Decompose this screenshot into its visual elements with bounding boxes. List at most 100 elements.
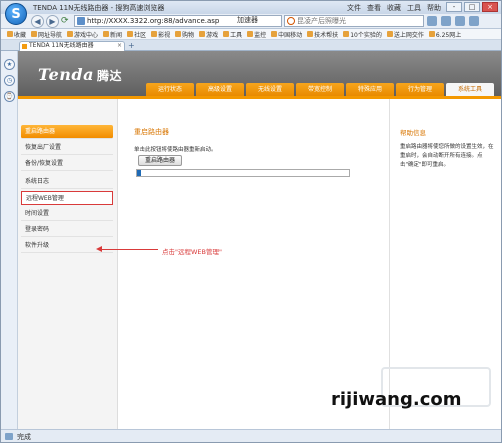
bookmark-item[interactable]: 游戏 — [199, 30, 218, 39]
bookmark-item[interactable]: 工具 — [223, 30, 242, 39]
bookmark-item[interactable]: 网址导航 — [31, 30, 62, 39]
bookmark-item[interactable]: 游戏中心 — [67, 30, 98, 39]
title-bar: TENDA 11N无线路由器 - 搜狗高速浏览器 文件 查看 收藏 工具 帮助 … — [1, 1, 501, 14]
bookmark-icon — [67, 31, 74, 37]
menu-icon[interactable] — [469, 16, 479, 26]
bookmarks-bar: 收藏 网址导航 游戏中心 新闻 社区 影视 购物 游戏 工具 监控 中国移动 技… — [1, 29, 501, 40]
bookmark-icon — [386, 31, 393, 37]
nav-system-log[interactable]: 系统日志 — [21, 175, 113, 189]
minimize-button[interactable]: - — [446, 2, 462, 12]
bookmark-icon — [31, 31, 38, 37]
nav-time[interactable]: 时间设置 — [21, 207, 113, 221]
history-icon[interactable]: ◷ — [4, 75, 15, 86]
home-icon[interactable] — [427, 16, 437, 26]
new-tab-button[interactable]: + — [128, 42, 138, 50]
bookmark-icon — [151, 31, 158, 37]
side-strip: ★ ◷ ⌚ — [1, 51, 18, 429]
download-icon[interactable] — [441, 16, 451, 26]
back-icon[interactable]: ◀ — [31, 15, 44, 28]
sogou-logo-icon[interactable]: S — [5, 3, 27, 25]
section-title: 重启路由器 — [134, 128, 169, 136]
forward-icon[interactable]: ▶ — [46, 15, 59, 28]
status-text: 完成 — [17, 433, 31, 441]
bookmark-item[interactable]: 监控 — [247, 30, 266, 39]
star-icon — [7, 31, 13, 37]
bookmark-item[interactable]: 送上网交作 — [386, 30, 424, 39]
bookmark-icon — [343, 31, 350, 37]
menu-file[interactable]: 文件 — [347, 3, 361, 13]
browser-window: S TENDA 11N无线路由器 - 搜狗高速浏览器 文件 查看 收藏 工具 帮… — [0, 0, 502, 443]
tab-favicon-icon — [22, 44, 27, 49]
maximize-button[interactable]: □ — [464, 2, 480, 12]
left-nav: 重启路由器 恢复出厂设置 备份/恢复设置 系统日志 远程WEB管理 时间设置 登… — [18, 99, 118, 429]
help-text: 重启路由器将使您所做的设置生效，在重启时，会自动断开所有连接。点击"确定"即可重… — [400, 144, 494, 168]
bookmark-icon — [428, 31, 435, 37]
toolbar-icons — [427, 16, 479, 26]
search-placeholder: 昆凌产后照曝光 — [297, 17, 346, 25]
menu-bar: 文件 查看 收藏 工具 帮助 — [347, 3, 441, 13]
bookmark-icon — [175, 31, 182, 37]
tab-close-icon[interactable]: × — [117, 42, 122, 50]
bookmark-item[interactable]: 技术帮扶 — [307, 30, 338, 39]
annotation-text: 点击"远程WEB管理" — [162, 248, 222, 256]
progress-fill — [137, 170, 142, 176]
bookmark-item[interactable]: 中国移动 — [271, 30, 302, 39]
content-panel: 重启路由器 单击此按钮将使路由器重新启动。 重启路由器 点击"远程WEB管理" — [96, 99, 388, 429]
reboot-button[interactable]: 重启路由器 — [138, 155, 182, 166]
navigation-bar: ◀ ▶ ⟳ http://XXXX.3322.org:88/advance.as… — [1, 14, 501, 29]
menu-status[interactable]: 运行状态 — [146, 83, 194, 96]
bookmark-item[interactable]: 新闻 — [103, 30, 122, 39]
nav-remote-web[interactable]: 远程WEB管理 — [21, 191, 113, 205]
help-title: 帮助信息 — [400, 129, 426, 137]
bookmark-icon — [199, 31, 206, 37]
menu-system-tools[interactable]: 系统工具 — [446, 83, 494, 96]
window-controls: - □ × — [446, 2, 498, 12]
menu-advanced[interactable]: 高级设置 — [196, 83, 244, 96]
bookmark-item[interactable]: 社区 — [127, 30, 146, 39]
bookmark-item[interactable]: 收藏 — [7, 30, 26, 39]
tab-label: TENDA 11N无线路由器 — [29, 42, 94, 49]
status-icon — [5, 433, 13, 440]
bookmark-item[interactable]: 购物 — [175, 30, 194, 39]
menu-favorites[interactable]: 收藏 — [387, 3, 401, 13]
nav-reboot[interactable]: 重启路由器 — [21, 125, 113, 139]
window-title: TENDA 11N无线路由器 - 搜狗高速浏览器 — [33, 4, 165, 12]
menu-wireless[interactable]: 无线设置 — [246, 83, 294, 96]
refresh-icon[interactable]: ⟳ — [61, 16, 72, 27]
tab-router[interactable]: TENDA 11N无线路由器 × — [19, 41, 125, 51]
close-button[interactable]: × — [482, 2, 498, 12]
page-icon — [77, 17, 85, 25]
nav-password[interactable]: 登录密码 — [21, 223, 113, 237]
nav-factory-reset[interactable]: 恢复出厂设置 — [21, 141, 113, 155]
menu-behavior[interactable]: 行为管理 — [396, 83, 444, 96]
menu-bandwidth[interactable]: 带宽控制 — [296, 83, 344, 96]
main-menu: 运行状态 高级设置 无线设置 带宽控制 特殊应用 行为管理 系统工具 — [146, 83, 494, 96]
bookmark-icon — [247, 31, 254, 37]
menu-help[interactable]: 帮助 — [427, 3, 441, 13]
bookmark-icon — [307, 31, 314, 37]
bookmark-item[interactable]: 10个实验的 — [343, 30, 382, 39]
menu-tools[interactable]: 工具 — [407, 3, 421, 13]
clock-icon[interactable]: ⌚ — [4, 91, 15, 102]
bookmark-item[interactable]: 6.25网上 — [428, 30, 461, 39]
bookmark-icon — [103, 31, 110, 37]
menu-special[interactable]: 特殊应用 — [346, 83, 394, 96]
status-bar: 完成 — [1, 429, 501, 442]
bookmark-icon — [271, 31, 278, 37]
search-input[interactable]: 昆凌产后照曝光 — [284, 15, 424, 27]
annotation-arrow — [98, 249, 158, 250]
bookmark-icon — [223, 31, 230, 37]
section-description: 单击此按钮将使路由器重新启动。 — [134, 147, 217, 153]
bookmark-item[interactable]: 影视 — [151, 30, 170, 39]
search-icon — [287, 17, 295, 25]
router-header: Tenda 腾达 运行状态 高级设置 无线设置 带宽控制 特殊应用 行为管理 系统… — [18, 51, 501, 99]
settings-icon[interactable] — [455, 16, 465, 26]
menu-view[interactable]: 查看 — [367, 3, 381, 13]
reboot-progress — [136, 169, 350, 177]
accelerator-button[interactable]: 加速器 — [237, 15, 258, 25]
tenda-logo: Tenda 腾达 — [38, 65, 122, 84]
address-text: http://XXXX.3322.org:88/advance.asp — [87, 17, 220, 25]
nav-backup-restore[interactable]: 备份/恢复设置 — [21, 157, 113, 171]
tab-bar: TENDA 11N无线路由器 × + — [1, 40, 501, 51]
favorites-icon[interactable]: ★ — [4, 59, 15, 70]
